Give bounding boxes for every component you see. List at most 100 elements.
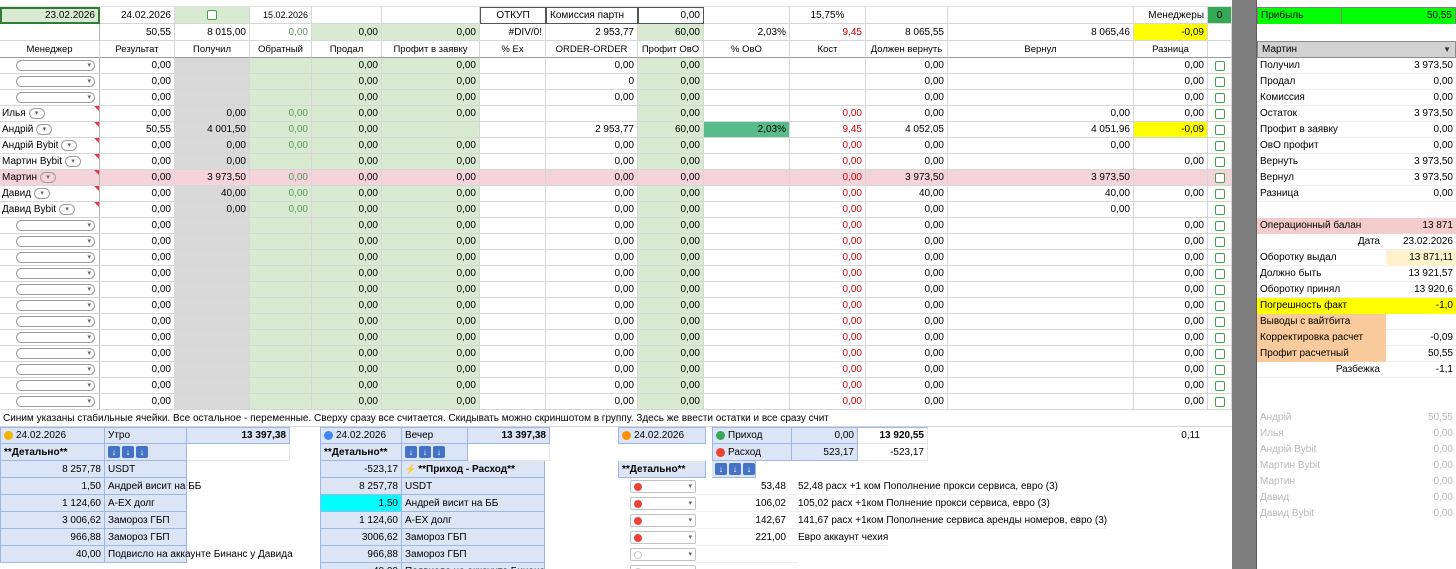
expense-category-dropdown[interactable]: ▾ [630, 480, 696, 493]
cell-received[interactable] [175, 282, 250, 298]
cell-sold[interactable]: 0,00 [312, 298, 382, 314]
down-arrow-icon[interactable] [729, 463, 741, 475]
cell-empty[interactable] [704, 7, 790, 24]
profit-value[interactable]: 50,55 [1342, 7, 1455, 24]
cell-name[interactable]: Давид Bybit ▾ [0, 202, 100, 218]
cell-ex[interactable] [480, 90, 546, 106]
expense-label-cell[interactable]: Расход [712, 444, 792, 461]
down-arrow-icon[interactable] [715, 463, 727, 475]
cell-check[interactable] [1208, 330, 1232, 346]
cell-name[interactable]: ▾ [0, 330, 100, 346]
manager-dropdown[interactable]: ▾ [16, 252, 95, 263]
income-value[interactable]: 0,00 [792, 427, 858, 444]
morning-item-value[interactable]: 3 006,62 [0, 512, 105, 529]
cell-profit_order[interactable]: 0,00 [382, 154, 480, 170]
cell-check[interactable] [1208, 250, 1232, 266]
cell-result[interactable]: 0,00 [100, 378, 175, 394]
cell-back[interactable] [250, 74, 312, 90]
note-row[interactable]: Синим указаны стабильные ячейки. Все ост… [0, 410, 1232, 427]
cell-ovo[interactable] [704, 138, 790, 154]
down-arrow-icon[interactable] [405, 446, 417, 458]
morning-item-label[interactable]: Андрей висит на ББ [105, 478, 201, 495]
row-checkbox[interactable] [1214, 332, 1225, 343]
cell-returned[interactable]: 40,00 [948, 186, 1134, 202]
col-header-ex[interactable]: % Ex [480, 41, 546, 58]
cell-ex[interactable] [480, 170, 546, 186]
cell-check[interactable] [1208, 106, 1232, 122]
cell-back[interactable]: 0,00 [250, 170, 312, 186]
cell-profit_ovo[interactable]: 0,00 [638, 266, 704, 282]
col-header-ovo[interactable]: % ОвО [704, 41, 790, 58]
cell-must_return[interactable]: 0,00 [866, 154, 948, 170]
cell-ex[interactable] [480, 330, 546, 346]
morning-item-label[interactable]: Замороз ГБП [105, 512, 187, 529]
morning-item-label[interactable]: Подвисло на аккаунте Бинанс у Давида [105, 546, 293, 563]
cell-name[interactable]: ▾ [0, 90, 100, 106]
cell-profit_ovo[interactable]: 0,00 [638, 314, 704, 330]
cell-must_return[interactable]: 0,00 [866, 90, 948, 106]
cell-ex[interactable] [480, 154, 546, 170]
cell-received[interactable] [175, 266, 250, 282]
manager-selector-dropdown[interactable]: Мартин ▼ [1257, 41, 1456, 58]
cell-cost[interactable] [790, 58, 866, 74]
cell-sold[interactable]: 0,00 [312, 186, 382, 202]
cell-order_order[interactable]: 0,00 [546, 266, 638, 282]
cell-order_order[interactable]: 0,00 [546, 90, 638, 106]
cell-managers-label[interactable]: Менеджеры [1134, 7, 1208, 24]
cell-ovo[interactable] [704, 378, 790, 394]
cell-check[interactable] [1208, 186, 1232, 202]
cell-order_order[interactable]: 0,00 [546, 138, 638, 154]
cell-ovo[interactable] [704, 234, 790, 250]
cell-diff[interactable]: 0,00 [1134, 74, 1208, 90]
cell-sold[interactable]: 0,00 [312, 154, 382, 170]
cell-cost[interactable]: 0,00 [790, 362, 866, 378]
cell-profit_order[interactable]: 0,00 [382, 362, 480, 378]
cell-name[interactable]: ▾ [0, 394, 100, 410]
cell-check[interactable] [1208, 362, 1232, 378]
total-diff[interactable]: -0,09 [1134, 24, 1208, 41]
cell-ex[interactable] [480, 378, 546, 394]
col-header-profit_order[interactable]: Профит в заявку [382, 41, 480, 58]
total-check[interactable] [1208, 24, 1232, 41]
manager-dropdown[interactable]: ▾ [59, 204, 76, 215]
col-header-profit_ovo[interactable]: Профит ОвО [638, 41, 704, 58]
cell-cost[interactable] [790, 90, 866, 106]
cell-cost[interactable]: 0,00 [790, 234, 866, 250]
cell-ex[interactable] [480, 122, 546, 138]
cash-detail-label[interactable]: **Детально** [618, 461, 706, 478]
cell-profit_order[interactable]: 0,00 [382, 394, 480, 410]
stat-value[interactable]: 0,00 [1386, 90, 1456, 106]
cell-cost[interactable]: 0,00 [790, 218, 866, 234]
expense-category-dropdown[interactable]: ▾ [630, 497, 696, 510]
cell-returned[interactable] [948, 282, 1134, 298]
cell-diff[interactable]: 0,00 [1134, 266, 1208, 282]
balance-value[interactable]: -1,0 [1386, 297, 1456, 314]
cell-empty[interactable] [866, 7, 948, 24]
col-header-received[interactable]: Получил [175, 41, 250, 58]
down-arrow-icon[interactable] [433, 446, 445, 458]
expense-item-value[interactable] [696, 563, 790, 569]
morning-date-cell[interactable]: 24.02.2026 [0, 427, 105, 444]
cell-name[interactable]: ▾ [0, 314, 100, 330]
cell-order_order[interactable]: 0,00 [546, 154, 638, 170]
cell-back[interactable] [250, 362, 312, 378]
evening-item-value[interactable]: 966,88 [320, 546, 402, 563]
profit-label[interactable]: Прибыль [1258, 7, 1342, 24]
evening-item-label[interactable]: Подвисло на аккаунте Бинанс у Давида [402, 563, 545, 569]
cell-profit_order[interactable]: 0,00 [382, 74, 480, 90]
cell-check[interactable] [1208, 218, 1232, 234]
cell-order_order[interactable]: 0,00 [546, 314, 638, 330]
evening-detail-label[interactable]: **Детально** [320, 444, 402, 461]
cell-returned[interactable] [948, 346, 1134, 362]
manager-dropdown[interactable]: ▾ [16, 220, 95, 231]
col-header-back[interactable]: Обратный [250, 41, 312, 58]
expense-item-value[interactable]: 142,67 [696, 512, 790, 529]
cell-back[interactable]: 0,00 [250, 122, 312, 138]
evening-item-value[interactable]: 8 257,78 [320, 478, 402, 495]
cell-check[interactable] [1208, 74, 1232, 90]
evening-item-value[interactable]: 1 124,60 [320, 512, 402, 529]
stat-value[interactable]: 0,00 [1386, 186, 1456, 202]
cell-profit_order[interactable]: 0,00 [382, 346, 480, 362]
cell-diff[interactable]: 0,00 [1134, 218, 1208, 234]
cell-received[interactable] [175, 362, 250, 378]
